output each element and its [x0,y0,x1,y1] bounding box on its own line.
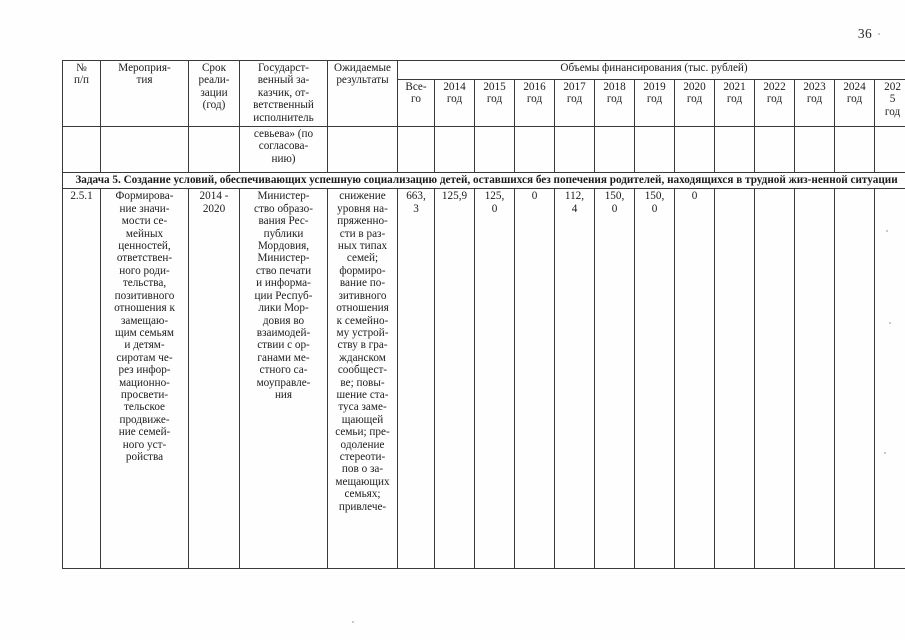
page-number: 36 [857,26,872,41]
continuation-year-2020 [674,126,715,174]
continuation-year-2018 [594,126,635,174]
program-financing-table: № п/п Мероприя- тия Срок реали- зации (г… [61,59,905,570]
cell-year-2021 [714,188,755,570]
header-year-2015: 2015 год [474,78,515,128]
cell-year-2019: 150, 0 [634,188,675,570]
header-year-2023: 2023 год [794,78,835,128]
scan-speck [884,452,886,454]
cell-customer: Министер- ство образо- вания Рес- публик… [239,188,328,570]
scan-speck [889,322,891,324]
header-row-number: № п/п [62,59,101,128]
cell-year-2020: 0 [674,188,715,570]
task-heading-label: Задача 5. Создание условий, обеспечивающ… [61,172,905,190]
continuation-year-2024 [834,126,875,174]
header-event: Мероприя- тия [100,59,189,128]
continuation-year-2025 [873,126,905,174]
header-year-2020: 2020 год [674,78,715,128]
cell-year-2015: 125, 0 [474,188,515,570]
cell-term: 2014 - 2020 [188,188,240,570]
cell-results: снижение уровня на- пряженно- сти в раз-… [327,188,398,570]
continuation-row-number [62,126,101,174]
header-year-2018: 2018 год [594,78,635,128]
task-heading-row: Задача 5. Создание условий, обеспечивающ… [61,172,905,190]
table: № п/п Мероприя- тия Срок реали- зации (г… [61,59,905,570]
table-row: 2.5.1 Формирова- ние значи- мости се- ме… [62,188,905,570]
continuation-year-2022 [754,126,795,174]
scan-speck [886,230,888,232]
continuation-year-2016 [514,126,555,174]
cell-total: 663, 3 [397,188,435,570]
continuation-year-2019 [634,126,675,174]
header-year-2022: 2022 год [754,78,795,128]
cell-year-2017: 112, 4 [554,188,595,570]
cell-event: Формирова- ние значи- мости се- мейных ц… [100,188,189,570]
continuation-year-2023 [794,126,835,174]
header-row-top: № п/п Мероприя- тия Срок реали- зации (г… [62,59,905,128]
header-total: Все- го [397,78,435,128]
continuation-event [100,126,189,174]
continuation-year-2015 [474,126,515,174]
header-year-2016: 2016 год [514,78,555,128]
header-year-2019: 2019 год [634,78,675,128]
header-year-2021: 2021 год [714,78,755,128]
cell-year-2014: 125,9 [434,188,475,570]
header-year-2024: 2024 год [834,78,875,128]
cell-row-number: 2.5.1 [62,188,101,570]
cell-year-2025 [873,188,905,570]
continuation-total [397,126,435,174]
cell-year-2022 [754,188,795,570]
cell-year-2016: 0 [514,188,555,570]
continuation-year-2014 [434,126,475,174]
continuation-customer: севьева» (по согласова- нию) [239,126,328,174]
header-customer: Государст- венный за- казчик, от- ветств… [239,59,328,128]
cell-year-2018: 150, 0 [594,188,635,570]
scan-speck [352,621,354,623]
continuation-year-2021 [714,126,755,174]
document-page: 36 № п/п Мероприя- тия Срок реали- зации [0,0,905,640]
header-financing-group: Объемы финансирования (тыс. рублей) [396,60,905,80]
header-results: Ожидаемые результаты [327,59,398,128]
scan-speck [878,33,880,35]
header-term: Срок реали- зации (год) [188,59,240,128]
header-continuation-row: севьева» (по согласова- нию) [62,126,905,174]
header-year-2017: 2017 год [554,78,595,128]
cell-year-2023 [794,188,835,570]
header-year-2014: 2014 год [434,78,475,128]
continuation-year-2017 [554,126,595,174]
continuation-results [327,126,398,174]
header-year-2025: 202 5 год [873,78,905,128]
cell-year-2024 [834,188,875,570]
continuation-term [188,126,240,174]
